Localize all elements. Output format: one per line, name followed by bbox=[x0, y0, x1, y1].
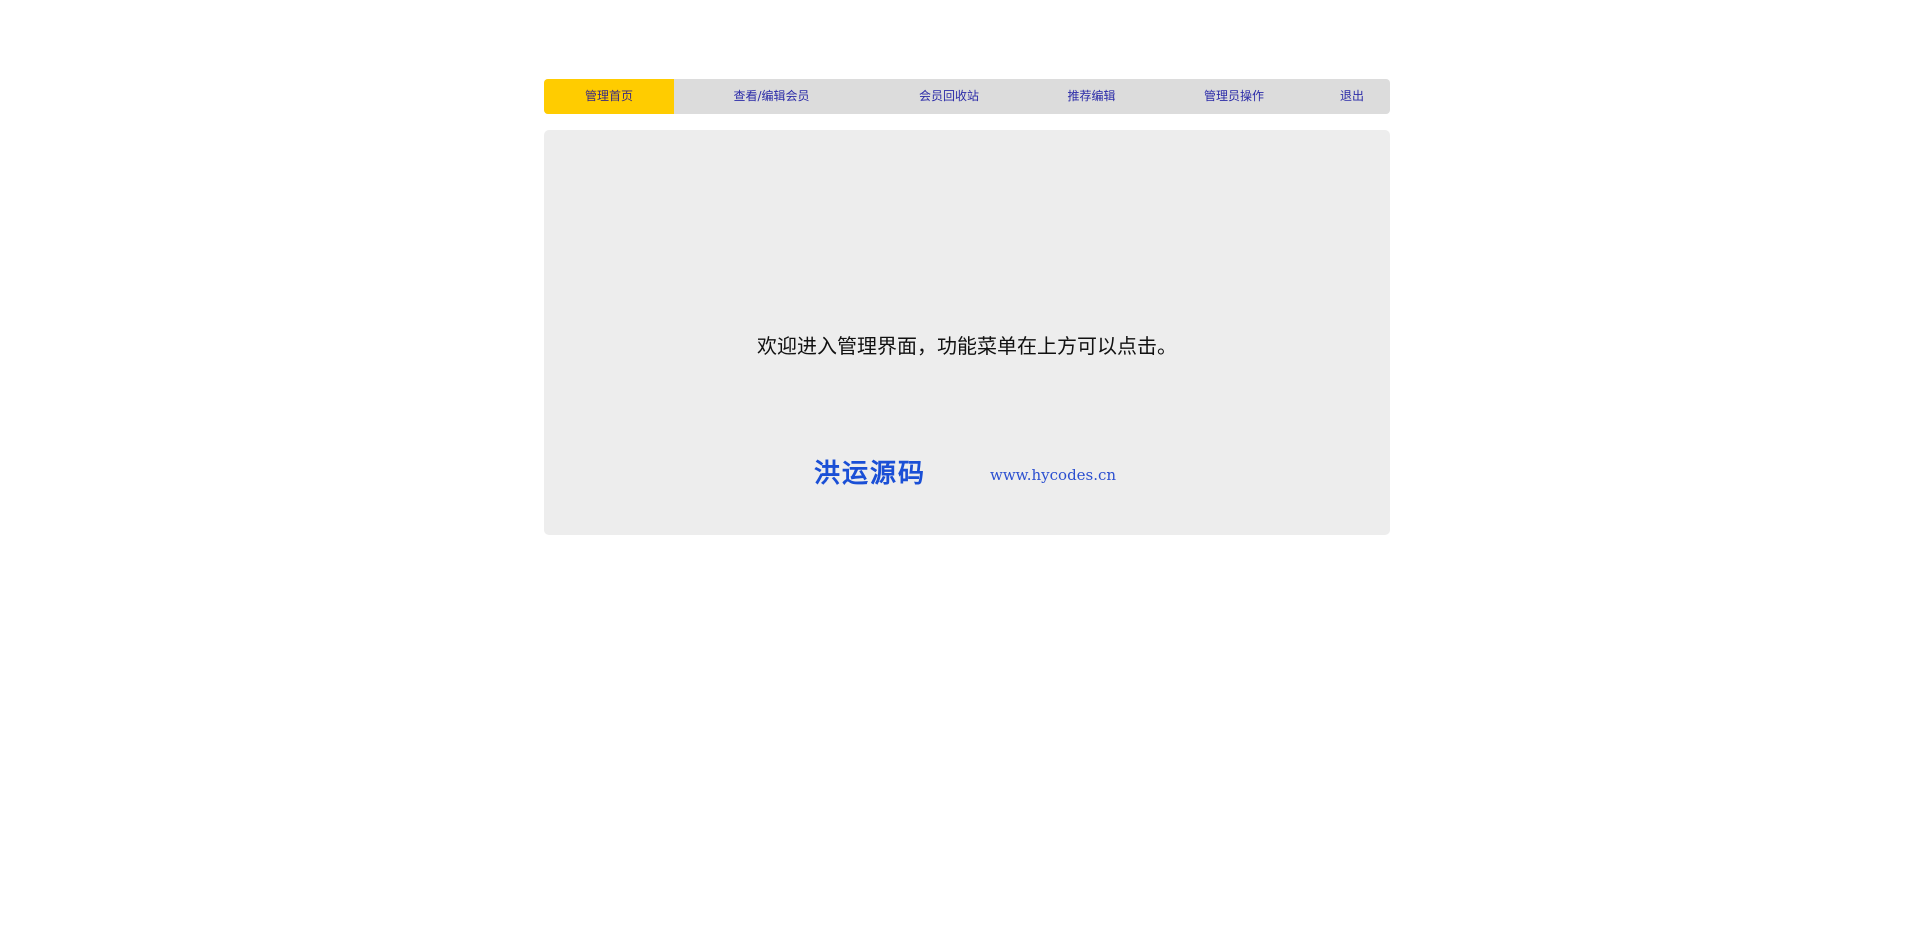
nav-item-admin-operations[interactable]: 管理员操作 bbox=[1154, 79, 1314, 114]
nav-item-member-recycle-bin[interactable]: 会员回收站 bbox=[869, 79, 1029, 114]
brand-logo-text: 洪运源码 bbox=[814, 459, 927, 489]
main-content-panel: 欢迎进入管理界面，功能菜单在上方可以点击。 洪运源码 www.hycodes.c… bbox=[544, 130, 1390, 535]
nav-item-admin-home[interactable]: 管理首页 bbox=[544, 79, 674, 114]
top-nav-menu: 管理首页 查看/编辑会员 会员回收站 推荐编辑 管理员操作 退出 bbox=[544, 79, 1390, 114]
admin-page: 管理首页 查看/编辑会员 会员回收站 推荐编辑 管理员操作 退出 欢迎进入管理界… bbox=[0, 0, 1914, 936]
site-url-link[interactable]: www.hycodes.cn bbox=[990, 466, 1116, 484]
nav-item-logout[interactable]: 退出 bbox=[1314, 79, 1390, 114]
welcome-message: 欢迎进入管理界面，功能菜单在上方可以点击。 bbox=[757, 334, 1177, 358]
nav-item-recommend-edit[interactable]: 推荐编辑 bbox=[1029, 79, 1154, 114]
nav-item-view-edit-members[interactable]: 查看/编辑会员 bbox=[674, 79, 869, 114]
